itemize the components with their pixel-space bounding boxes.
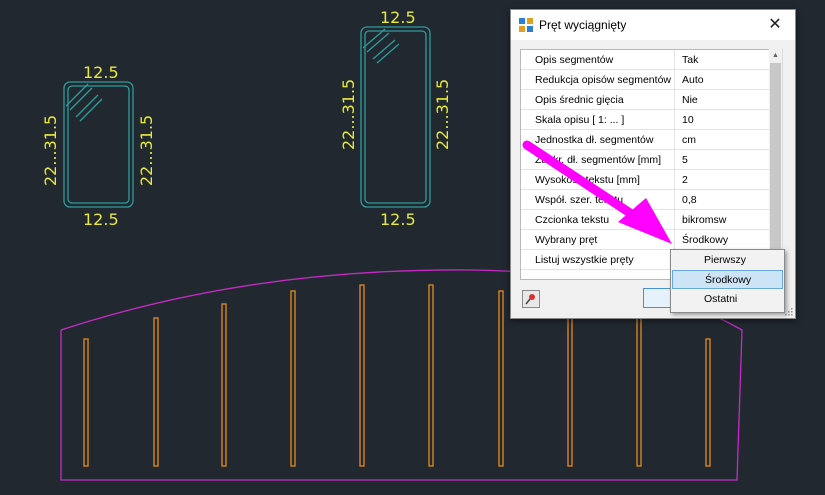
property-name: Skala opisu [ 1: ... ]: [535, 114, 625, 126]
bar-10: [705, 338, 711, 467]
close-icon[interactable]: ✕: [755, 10, 795, 40]
property-row[interactable]: Czcionka tekstu bikromsw: [521, 210, 770, 230]
dim-top-left-shape: 12.5: [83, 63, 119, 82]
property-name: Jednostka dł. segmentów: [535, 134, 654, 146]
property-name: Współ. szer. tekstu: [535, 194, 624, 206]
property-value[interactable]: 2: [682, 174, 688, 186]
scroll-thumb[interactable]: [770, 63, 781, 253]
dropdown-option-middle[interactable]: Środkowy: [672, 270, 783, 289]
stirrup-shape-middle: [360, 26, 431, 208]
selected-bar-dropdown-list[interactable]: Pierwszy Środkowy Ostatni: [670, 249, 785, 313]
property-name: Opis segmentów: [535, 54, 614, 66]
property-name: Czcionka tekstu: [535, 214, 610, 226]
dim-rightside-left-shape: 22...31.5: [137, 115, 156, 186]
property-name: Zaokr. dł. segmentów [mm]: [535, 154, 662, 166]
property-row[interactable]: Współ. szer. tekstu 0,8: [521, 190, 770, 210]
property-value[interactable]: Tak: [682, 54, 698, 66]
dialog-title: Pręt wyciągnięty: [539, 18, 627, 32]
property-value-selected-bar[interactable]: Środkowy: [682, 234, 728, 246]
bar-2: [153, 317, 159, 467]
dim-bottom-middle-shape: 12.5: [380, 210, 416, 229]
property-row[interactable]: Wybrany pręt Środkowy: [521, 230, 770, 250]
dropdown-option-last[interactable]: Ostatni: [672, 290, 783, 309]
property-value[interactable]: bikromsw: [682, 214, 726, 226]
property-name: Wysokość tekstu [mm]: [535, 174, 640, 186]
bar-4: [290, 290, 296, 467]
property-value[interactable]: 5: [682, 154, 688, 166]
pin-icon[interactable]: [522, 290, 540, 308]
property-row[interactable]: Redukcja opisów segmentów Auto: [521, 70, 770, 90]
app-icon: [519, 18, 533, 32]
property-name: Opis średnic gięcia: [535, 94, 624, 106]
dim-top-middle-shape: 12.5: [380, 8, 416, 27]
property-row[interactable]: Opis segmentów Tak: [521, 50, 770, 70]
property-row[interactable]: Wysokość tekstu [mm] 2: [521, 170, 770, 190]
scroll-up-arrow-icon[interactable]: ▲: [769, 49, 782, 62]
dim-leftside-left-shape: 22...31.5: [41, 115, 60, 186]
bar-6: [428, 284, 434, 467]
property-row[interactable]: Opis średnic gięcia Nie: [521, 90, 770, 110]
bar-7: [498, 290, 504, 467]
property-value[interactable]: Nie: [682, 94, 698, 106]
dim-bottom-left-shape: 12.5: [83, 210, 119, 229]
stirrup-shape-left: [63, 81, 134, 208]
dim-leftside-middle-shape: 22...31.5: [339, 79, 358, 150]
property-name: Wybrany pręt: [535, 234, 598, 246]
resize-grip-icon[interactable]: [785, 308, 793, 316]
property-row[interactable]: Skala opisu [ 1: ... ] 10: [521, 110, 770, 130]
bar-3: [221, 303, 227, 467]
dim-rightside-middle-shape: 22...31.5: [433, 79, 452, 150]
bar-1: [83, 338, 89, 467]
property-value[interactable]: 10: [682, 114, 694, 126]
property-grid-scrollbar[interactable]: ▲: [769, 49, 783, 278]
property-value[interactable]: Auto: [682, 74, 704, 86]
bar-9: [636, 317, 642, 467]
property-value[interactable]: cm: [682, 134, 696, 146]
property-name: Redukcja opisów segmentów: [535, 74, 671, 86]
property-row[interactable]: Zaokr. dł. segmentów [mm] 5: [521, 150, 770, 170]
bar-5: [359, 284, 365, 467]
property-name: Listuj wszystkie pręty: [535, 254, 634, 266]
bar-8: [567, 303, 573, 467]
property-value[interactable]: 0,8: [682, 194, 697, 206]
property-grid[interactable]: Opis segmentów Tak Redukcja opisów segmen…: [520, 49, 771, 280]
dropdown-option-first[interactable]: Pierwszy: [672, 251, 783, 270]
dialog-titlebar[interactable]: Pręt wyciągnięty ✕: [511, 10, 795, 40]
property-row[interactable]: Jednostka dł. segmentów cm: [521, 130, 770, 150]
